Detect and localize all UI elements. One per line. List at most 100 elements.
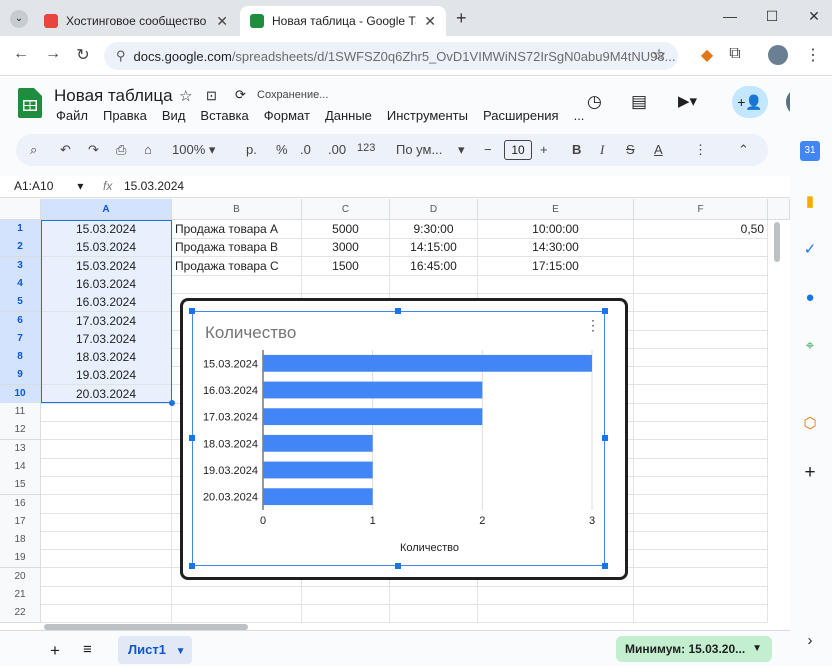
cell-f12[interactable] (634, 421, 768, 441)
row-header[interactable]: 9 (0, 366, 41, 386)
column-header-g[interactable] (768, 199, 790, 220)
cell-f7[interactable] (634, 329, 768, 349)
row-header[interactable]: 14 (0, 457, 41, 477)
cell-a13[interactable] (41, 439, 172, 459)
summary-stat[interactable]: Минимум: 15.03.20... ▼ (616, 636, 772, 662)
cell-f6[interactable] (634, 311, 768, 331)
chart[interactable]: Количество ⋮ 0 1 2 3 15.03.2024 16.03.2024 17.03… (192, 311, 605, 566)
cell-f5[interactable] (634, 293, 768, 313)
bookmark-star-icon[interactable]: ☆ (648, 45, 670, 65)
cell-b3[interactable]: Продажа товара C (172, 256, 302, 276)
row-header[interactable]: 22 (0, 604, 41, 624)
cell-a21[interactable] (41, 586, 172, 605)
bold-icon[interactable]: B (572, 142, 581, 157)
more-tools-icon[interactable]: ⋮ (694, 142, 707, 158)
row-header[interactable]: 13 (0, 439, 41, 459)
browser-tab-inactive[interactable]: Хостинговое сообщество «Tim ✕ (34, 6, 238, 36)
site-info-icon[interactable]: ⚲ (116, 48, 126, 64)
number-format-button[interactable]: 123 (357, 142, 375, 154)
cell-a15[interactable] (41, 476, 172, 496)
row-header[interactable]: 1 (0, 220, 41, 239)
cell-e3[interactable]: 17:15:00 (478, 256, 634, 276)
column-header-c[interactable]: C (302, 199, 390, 220)
cell-f13[interactable] (634, 439, 768, 459)
cell-c22[interactable] (302, 604, 390, 624)
undo-icon[interactable]: ↶ (60, 142, 71, 158)
calendar-icon[interactable]: 31 (800, 141, 820, 161)
browser-menu-icon[interactable]: ⋮ (802, 45, 824, 65)
close-tab-icon[interactable]: ✕ (424, 13, 436, 30)
cell-f14[interactable] (634, 457, 768, 477)
cell-c1[interactable]: 5000 (302, 220, 390, 239)
row-header[interactable]: 8 (0, 348, 41, 368)
row-header[interactable]: 12 (0, 421, 41, 441)
close-tab-icon[interactable]: ✕ (216, 13, 228, 30)
cell-f18[interactable] (634, 531, 768, 551)
italic-icon[interactable]: I (600, 142, 604, 158)
cell-d3[interactable]: 16:45:00 (390, 256, 478, 276)
font-select[interactable]: По ум... ▾ (396, 142, 464, 158)
cell-c21[interactable] (302, 586, 390, 605)
vertical-scrollbar[interactable] (774, 222, 780, 262)
move-folder-icon[interactable]: ⊡ (206, 88, 217, 104)
row-header[interactable]: 17 (0, 512, 41, 532)
menu-more[interactable]: ... (574, 108, 585, 123)
cell-a19[interactable] (41, 549, 172, 569)
cell-f11[interactable] (634, 403, 768, 422)
row-header[interactable]: 2 (0, 238, 41, 258)
cell-b21[interactable] (172, 586, 302, 605)
row-header[interactable]: 19 (0, 549, 41, 569)
extension-fox-icon[interactable]: ◆ (696, 45, 718, 65)
row-header[interactable]: 10 (0, 384, 41, 404)
cell-f20[interactable] (634, 567, 768, 587)
font-size-decrease-icon[interactable]: − (484, 142, 492, 157)
forward-icon[interactable]: → (42, 45, 64, 63)
cell-d1[interactable]: 9:30:00 (390, 220, 478, 239)
cell-f21[interactable] (634, 586, 768, 605)
name-box[interactable]: A1:A10 ▾ (14, 179, 83, 193)
cell-e22[interactable] (478, 604, 634, 624)
cell-e1[interactable]: 10:00:00 (478, 220, 634, 239)
share-button[interactable]: +👤 (732, 86, 768, 118)
cell-c3[interactable]: 1500 (302, 256, 390, 276)
column-header-f[interactable]: F (634, 199, 768, 220)
search-menus-icon[interactable]: ⌕ (30, 142, 37, 158)
resize-handle[interactable] (602, 563, 608, 569)
cell-f16[interactable] (634, 494, 768, 514)
minimize-icon[interactable]: — (720, 8, 740, 24)
font-size-increase-icon[interactable]: + (540, 142, 548, 157)
cell-b2[interactable]: Продажа товара B (172, 238, 302, 258)
cell-d22[interactable] (390, 604, 478, 624)
cell-f10[interactable] (634, 384, 768, 404)
row-header[interactable]: 20 (0, 567, 41, 587)
cell-f1[interactable]: 0,50 (634, 220, 768, 239)
decrease-decimal-button[interactable]: .0 (300, 142, 311, 157)
cell-c4[interactable] (302, 274, 390, 294)
menu-insert[interactable]: Вставка (200, 108, 248, 123)
cell-b1[interactable]: Продажа товара A (172, 220, 302, 239)
column-header-d[interactable]: D (390, 199, 478, 220)
cell-a14[interactable] (41, 457, 172, 477)
currency-format-button[interactable]: р. (246, 142, 257, 157)
cell-a16[interactable] (41, 494, 172, 514)
maps-icon[interactable]: ⌖ (800, 337, 820, 357)
cell-d4[interactable] (390, 274, 478, 294)
tasks-icon[interactable]: ✓ (800, 240, 820, 260)
column-header-e[interactable]: E (478, 199, 634, 220)
paint-format-icon[interactable]: ⌂ (144, 142, 152, 157)
menu-file[interactable]: Файл (56, 108, 88, 123)
cell-d21[interactable] (390, 586, 478, 605)
row-header[interactable]: 4 (0, 274, 41, 294)
print-icon[interactable]: ⎙ (116, 142, 126, 158)
cell-e2[interactable]: 14:30:00 (478, 238, 634, 258)
cell-a11[interactable] (41, 403, 172, 422)
get-addons-icon[interactable]: + (800, 462, 820, 483)
cell-f4[interactable] (634, 274, 768, 294)
window-close-icon[interactable]: ✕ (804, 8, 824, 25)
resize-handle[interactable] (395, 308, 401, 314)
resize-handle[interactable] (602, 308, 608, 314)
history-icon[interactable]: ◷ (587, 92, 602, 112)
redo-icon[interactable]: ↷ (88, 142, 99, 158)
new-tab-icon[interactable]: + (456, 8, 467, 29)
cell-a12[interactable] (41, 421, 172, 441)
